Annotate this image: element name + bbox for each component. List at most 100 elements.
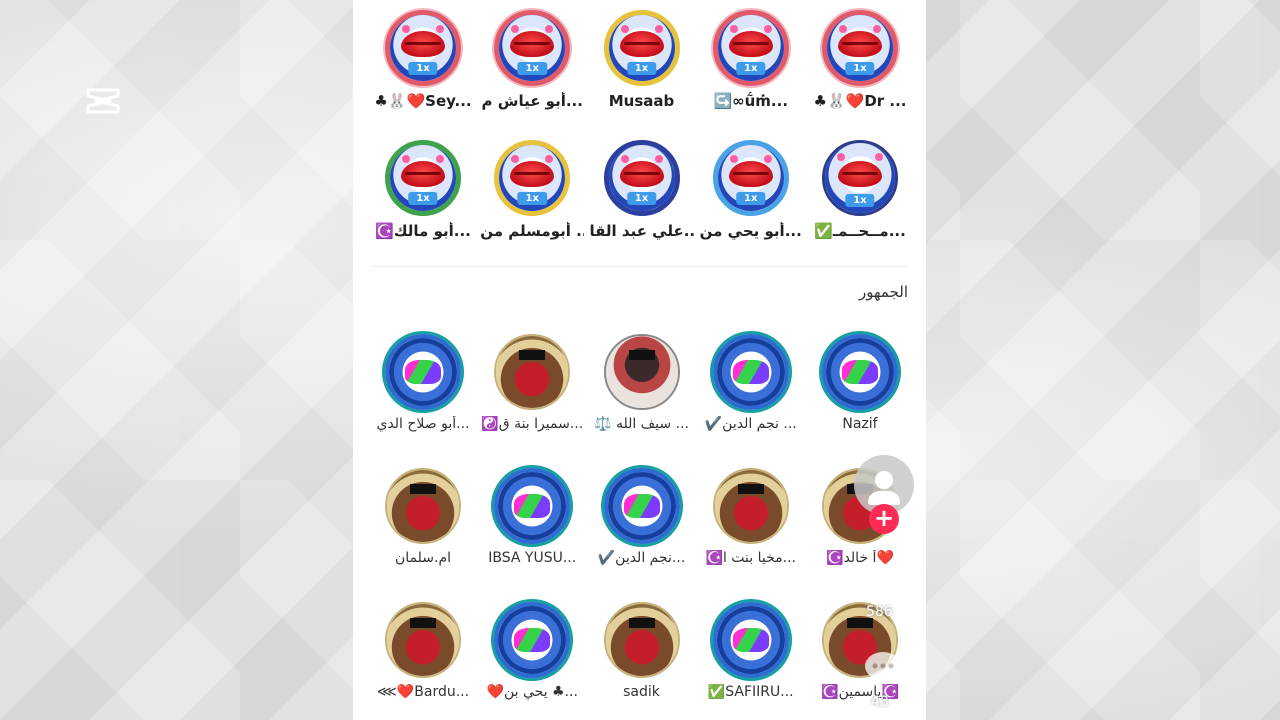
user-name: أبومسلم من ...	[480, 222, 584, 240]
like-count: 586	[866, 604, 893, 620]
user-name: IBSA YUSU...	[488, 550, 577, 566]
gift-count-badge: 1x	[408, 192, 438, 205]
user-name: ♣︎🐰❤️Sey...	[374, 92, 472, 110]
gifters-row-2: 1x ✅مــحــمـ... 1x أبو يحي من... 1x علي عبد ا…	[353, 140, 926, 240]
avatar[interactable]	[712, 334, 789, 410]
gifter-item[interactable]: 1x ♣︎🐰❤️Dr ...	[808, 10, 912, 110]
gift-count-badge: 1x	[845, 194, 875, 207]
audience-title: الجمهور	[859, 283, 908, 301]
user-name: ✅مــحــمـ...	[814, 222, 906, 240]
section-divider	[371, 266, 908, 267]
user-name: ام.سلمان	[394, 550, 451, 566]
audience-item[interactable]: ✅SAFIIRU...	[699, 602, 803, 700]
user-name: أبو يحي من...	[699, 222, 802, 240]
user-name: ⚖️ سيف الله ...	[594, 416, 689, 432]
user-name: ❤️يحي بن ♣︎...	[486, 684, 578, 700]
audience-row-3: ☪️ياسمين☪️ ✅SAFIIRU... sadik ❤️يحي بن ♣︎...…	[353, 602, 926, 700]
user-name: ☯️سميرا بنة ق...	[481, 416, 584, 432]
gifters-row-1: 1x ♣︎🐰❤️Dr ... 1x ↪️∞ṹṁ... 1x Musaab 1x أبو عيا…	[353, 10, 926, 110]
avatar[interactable]	[603, 602, 680, 678]
user-name: أبو عياش م...	[481, 92, 583, 110]
lips-gift-icon	[728, 161, 773, 188]
audience-item[interactable]: ✔️نجم الدين ...	[699, 334, 803, 432]
avatar[interactable]	[603, 468, 680, 544]
audience-item[interactable]: ⚖️ سيف الله ...	[590, 334, 694, 432]
audience-row-1: Nazif ✔️نجم الدين ... ⚖️ سيف الله ... ☯️سمي…	[353, 334, 926, 432]
lips-gift-icon	[401, 31, 445, 58]
audience-item[interactable]: ام.سلمان	[371, 468, 475, 566]
user-name: ✅SAFIIRU...	[707, 684, 794, 700]
follow-plus-button[interactable]: +	[869, 504, 899, 534]
gifter-item[interactable]: 1x ↪️∞ṹṁ...	[699, 10, 803, 110]
user-name: ✔️نجم الدين ...	[704, 416, 797, 432]
gift-count-badge: 1x	[626, 192, 657, 205]
lips-gift-icon	[838, 160, 882, 187]
user-name: ↪️∞ṹṁ...	[713, 92, 789, 110]
lips-gift-icon	[401, 161, 445, 188]
user-name: ☪️أبو مالك...	[375, 222, 471, 240]
lips-gift-icon	[510, 161, 555, 188]
lips-gift-icon	[510, 31, 555, 58]
audience-item[interactable]: IBSA YUSU...	[480, 468, 584, 566]
gift-avatar[interactable]: 1x	[603, 10, 680, 86]
audience-item[interactable]: ❤️يحي بن ♣︎...	[480, 602, 584, 700]
gift-avatar[interactable]: 1x	[712, 140, 789, 216]
user-name: ⋘❤️Bardu...	[376, 684, 470, 700]
gifter-item[interactable]: 1x أبومسلم من ...	[480, 140, 584, 240]
gift-avatar[interactable]: 1x	[385, 140, 461, 216]
avatar[interactable]	[712, 468, 789, 544]
gift-avatar[interactable]: 1x	[385, 10, 461, 86]
gift-count-badge: 1x	[736, 62, 766, 75]
user-name: sadik	[623, 684, 660, 700]
comment-count: 43	[871, 694, 889, 710]
gift-avatar[interactable]: 1x	[822, 10, 898, 86]
audience-item[interactable]: ☪️مخيا بنت ا...	[699, 468, 803, 566]
avatar[interactable]	[385, 602, 461, 678]
avatar[interactable]	[385, 468, 461, 544]
user-name: ✔️نجم الدين...	[597, 550, 686, 566]
gifter-item[interactable]: 1x أبو يحي من...	[699, 140, 803, 240]
gifter-item[interactable]: 1x ♣︎🐰❤️Sey...	[371, 10, 475, 110]
comment-icon[interactable]	[862, 650, 904, 686]
gift-viewers-panel: 1x ♣︎🐰❤️Dr ... 1x ↪️∞ṹṁ... 1x Musaab 1x أبو عيا…	[353, 0, 926, 720]
avatar[interactable]	[822, 334, 898, 410]
gifter-item[interactable]: 1x Musaab	[590, 10, 694, 110]
audience-item[interactable]: sadik	[590, 602, 694, 700]
gifter-item[interactable]: 1x أبو عياش م...	[480, 10, 584, 110]
user-name: Nazif	[842, 416, 878, 432]
audience-item[interactable]: Nazif	[808, 334, 912, 432]
lips-gift-icon	[838, 31, 882, 58]
capcut-logo-icon	[84, 86, 122, 116]
gift-count-badge: 1x	[408, 62, 438, 75]
user-name: أبو صلاح الدي...	[376, 416, 470, 432]
gift-avatar[interactable]: 1x	[712, 10, 789, 86]
gifter-item[interactable]: 1x ✅مــحــمـ...	[808, 140, 912, 240]
audience-item[interactable]: أبو صلاح الدي...	[371, 334, 475, 432]
audience-item[interactable]: ✔️نجم الدين...	[590, 468, 694, 566]
heart-icon[interactable]	[866, 563, 902, 599]
avatar[interactable]	[385, 334, 461, 410]
user-name: ☪️مخيا بنت ا...	[705, 550, 796, 566]
gift-avatar[interactable]: 1x	[494, 10, 571, 86]
gifter-item[interactable]: 1x علي عبد القا...	[590, 140, 694, 240]
gift-count-badge: 1x	[845, 62, 875, 75]
avatar[interactable]	[494, 468, 571, 544]
gift-avatar[interactable]: 1x	[822, 140, 898, 216]
gift-count-badge: 1x	[736, 192, 766, 205]
gift-count-badge: 1x	[517, 192, 547, 205]
audience-item[interactable]: ☯️سميرا بنة ق...	[480, 334, 584, 432]
lips-gift-icon	[728, 31, 773, 58]
gift-avatar[interactable]: 1x	[494, 140, 571, 216]
gift-count-badge: 1x	[626, 62, 657, 75]
user-name: ♣︎🐰❤️Dr ...	[813, 92, 907, 110]
avatar[interactable]	[494, 334, 571, 410]
audience-item[interactable]: ⋘❤️Bardu...	[371, 602, 475, 700]
audience-row-2: ☪️أ خالد❤️ ☪️مخيا بنت ا... ✔️نجم الدين... I…	[353, 468, 926, 566]
avatar[interactable]	[603, 334, 680, 410]
gift-avatar[interactable]: 1x	[603, 140, 680, 216]
user-name: Musaab	[608, 92, 675, 110]
gift-count-badge: 1x	[517, 62, 547, 75]
gifter-item[interactable]: 1x ☪️أبو مالك...	[371, 140, 475, 240]
avatar[interactable]	[712, 602, 789, 678]
avatar[interactable]	[494, 602, 571, 678]
